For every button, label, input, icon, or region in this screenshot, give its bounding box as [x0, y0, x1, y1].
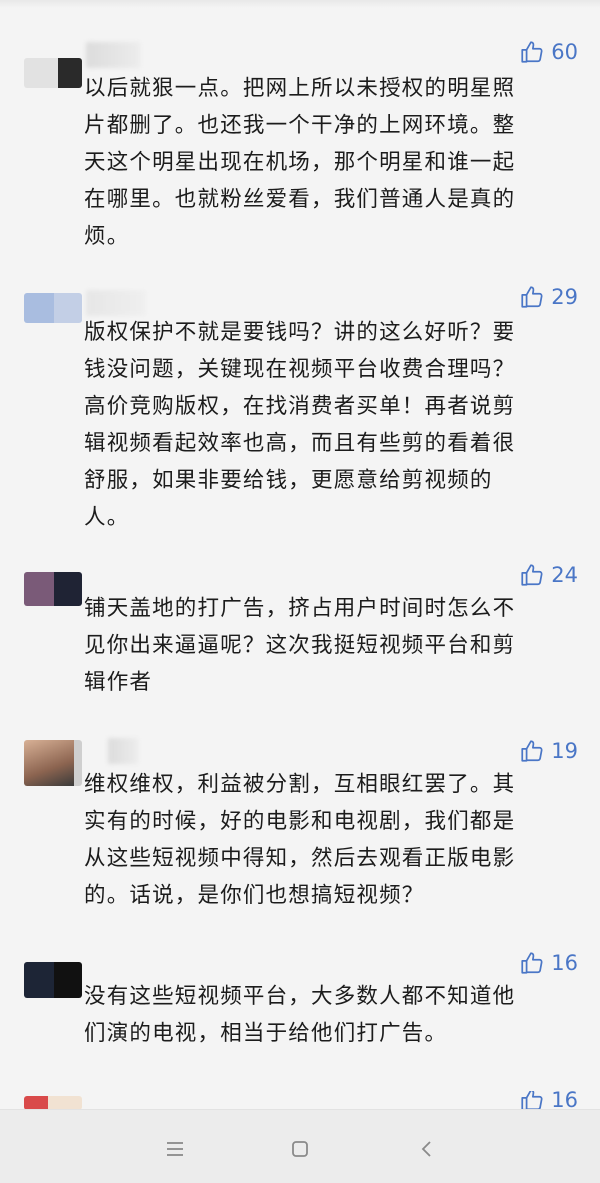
home-square-icon	[292, 1141, 308, 1157]
like-button[interactable]: 24	[519, 560, 578, 590]
comment-line: 高价竞购版权，在找消费者买单！再者说剪	[84, 394, 516, 419]
like-count: 19	[551, 739, 578, 763]
thumbs-up-icon	[521, 564, 543, 586]
like-button[interactable]: 16	[519, 948, 578, 978]
avatar[interactable]	[24, 293, 82, 323]
like-count: 60	[551, 40, 578, 64]
avatar-image-left	[24, 962, 54, 998]
avatar[interactable]	[24, 1096, 82, 1110]
comment-feed-screen: 60 以后就狠一点。把网上所以未授权的明星照 片都删了。也还我一个干净的上网环境…	[0, 0, 600, 1183]
comment-line: 从这些短视频中得知，然后去观看正版电影	[84, 846, 516, 871]
comment-line: 烦。	[84, 224, 130, 249]
comment-line: 在哪里。也就粉丝爱看，我们普通人是真的	[84, 187, 516, 212]
username-blurred[interactable]	[86, 42, 140, 68]
comment-line: 们演的电视，相当于给他们打广告。	[84, 1021, 448, 1046]
menu-icon	[167, 1142, 183, 1156]
avatar-image-right	[58, 58, 82, 88]
like-count: 29	[551, 285, 578, 309]
avatar[interactable]	[24, 740, 82, 786]
comment-text: 维权维权，利益被分割，互相眼红罢了。其 实有的时候，好的电影和电视剧，我们都是 …	[84, 766, 564, 914]
like-button[interactable]: 16	[519, 1091, 578, 1109]
thumbs-up-icon	[521, 1091, 543, 1109]
like-button[interactable]: 19	[519, 736, 578, 766]
avatar-image-right	[54, 572, 82, 606]
comment-line: 舒服，如果非要给钱，更愿意给剪视频的	[84, 468, 493, 493]
comment-line: 实有的时候，好的电影和电视剧，我们都是	[84, 809, 516, 834]
comment-line: 人。	[84, 505, 130, 530]
thumbs-up-icon	[521, 286, 543, 308]
thumbs-up-icon	[521, 41, 543, 63]
avatar-image-left	[24, 58, 58, 88]
avatar-image-left	[24, 572, 54, 606]
avatar-image-right	[54, 293, 82, 323]
menu-button[interactable]	[160, 1134, 190, 1164]
back-chevron-icon	[421, 1141, 431, 1157]
avatar-image-left	[24, 740, 74, 786]
comment-line: 片都删了。也还我一个干净的上网环境。整	[84, 113, 516, 138]
home-button[interactable]	[285, 1134, 315, 1164]
comment-line: 没有这些短视频平台，大多数人都不知道他	[84, 984, 516, 1009]
like-button[interactable]: 60	[519, 37, 578, 67]
avatar[interactable]	[24, 572, 82, 606]
comment-line: 维权维权，利益被分割，互相眼红罢了。其	[84, 772, 516, 797]
comment-line: 版权保护不就是要钱吗？讲的这么好听？要	[84, 320, 516, 345]
top-edge	[0, 0, 600, 8]
avatar[interactable]	[24, 58, 82, 88]
comment-text: 没有这些短视频平台，大多数人都不知道他 们演的电视，相当于给他们打广告。	[84, 978, 564, 1052]
avatar-image-right	[48, 1096, 82, 1110]
avatar-image-left	[24, 1096, 48, 1110]
thumbs-up-icon	[521, 740, 543, 762]
like-count: 16	[551, 1091, 578, 1109]
comment-line: 辑视频看起效率也高，而且有些剪的看着很	[84, 431, 516, 456]
comment-line: 天这个明星出现在机场，那个明星和谁一起	[84, 150, 516, 175]
like-count: 24	[551, 563, 578, 587]
avatar[interactable]	[24, 962, 82, 998]
comment-line: 的。话说，是你们也想搞短视频？	[84, 883, 425, 908]
back-button[interactable]	[412, 1134, 442, 1164]
comment-line: 钱没问题，关键现在视频平台收费合理吗？	[84, 357, 516, 382]
comment-text: 铺天盖地的打广告，挤占用户时间时怎么不 见你出来逼逼呢？这次我挺短视频平台和剪 …	[84, 590, 564, 701]
comment-text: 以后就狠一点。把网上所以未授权的明星照 片都删了。也还我一个干净的上网环境。整 …	[84, 70, 564, 255]
avatar-image-left	[24, 293, 54, 323]
system-navigation-bar	[0, 1109, 600, 1183]
avatar-image-right	[54, 962, 82, 998]
comment-text: 版权保护不就是要钱吗？讲的这么好听？要 钱没问题，关键现在视频平台收费合理吗？ …	[84, 314, 564, 536]
comment-line: 辑作者	[84, 670, 153, 695]
username-blurred[interactable]	[86, 290, 146, 316]
comment-line: 以后就狠一点。把网上所以未授权的明星照	[84, 76, 516, 101]
like-count: 16	[551, 951, 578, 975]
comment-line: 见你出来逼逼呢？这次我挺短视频平台和剪	[84, 633, 516, 658]
thumbs-up-icon	[521, 952, 543, 974]
comment-line: 铺天盖地的打广告，挤占用户时间时怎么不	[84, 596, 516, 621]
avatar-image-right	[74, 740, 82, 786]
username-blurred[interactable]	[108, 738, 138, 764]
like-button[interactable]: 29	[519, 282, 578, 312]
